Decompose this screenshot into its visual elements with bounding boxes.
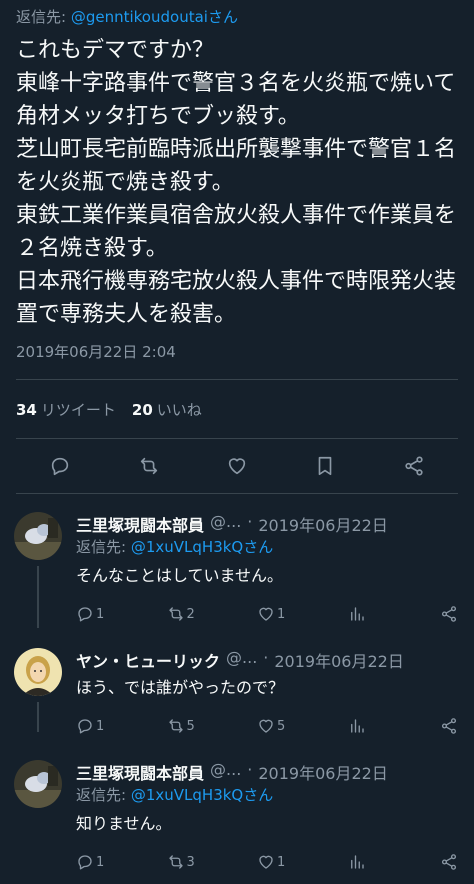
avatar[interactable] <box>14 512 62 560</box>
reply-icon <box>76 853 94 871</box>
retweets-count: 34 <box>16 400 37 419</box>
display-name[interactable]: ヤン・ヒューリック <box>76 648 220 672</box>
reply-date[interactable]: 2019年06月22日 <box>258 512 387 536</box>
likes-count: 20 <box>131 400 153 419</box>
retweet-count: 2 <box>186 606 195 622</box>
reply-to-handle-link[interactable]: @1xuVLqH3kQさん <box>131 538 273 556</box>
retweets-stat[interactable]: 34 リツイート <box>16 399 116 420</box>
reply-header: ヤン・ヒューリック @... · 2019年06月22日 <box>76 648 458 672</box>
like-icon <box>257 717 275 735</box>
reply-text: 知りません。 <box>76 814 172 833</box>
reply-tweet[interactable]: ヤン・ヒューリック @... · 2019年06月22日 ほう、では誰がやったの… <box>0 638 474 746</box>
reply-action-bar: 1 5 5 <box>76 706 458 746</box>
like-icon[interactable] <box>226 455 248 477</box>
reply-to-prefix: 返信先: <box>16 8 67 26</box>
share-icon <box>440 605 458 623</box>
reply-tweet[interactable]: 三里塚現闘本部員 @... · 2019年06月22日 返信先: @1xuVLq… <box>0 750 474 882</box>
avatar[interactable] <box>14 760 62 808</box>
handle[interactable]: @... <box>210 512 241 536</box>
display-name[interactable]: 三里塚現闘本部員 <box>76 760 204 784</box>
avatar-image <box>14 760 62 808</box>
reply-count: 1 <box>96 718 105 734</box>
reply-to-handle-link[interactable]: @1xuVLqH3kQさん <box>131 786 273 804</box>
reply-action-bar: 1 2 1 <box>76 594 458 634</box>
analytics-button[interactable] <box>348 853 408 871</box>
tweet-timestamp[interactable]: 2019年06月22日 2:04 <box>16 341 458 363</box>
tweet-stats: 34 リツイート 20 いいね <box>16 380 458 438</box>
separator-dot: · <box>263 648 269 667</box>
like-count: 5 <box>277 718 286 734</box>
reply-to-prefix: 返信先: <box>76 786 127 804</box>
like-button[interactable]: 1 <box>257 853 317 871</box>
like-icon <box>257 605 275 623</box>
analytics-icon <box>348 853 366 871</box>
reply-icon <box>76 717 94 735</box>
share-icon <box>440 717 458 735</box>
share-button[interactable] <box>438 717 458 735</box>
retweet-icon <box>167 853 185 871</box>
retweet-button[interactable]: 2 <box>167 605 227 623</box>
separator-dot: · <box>247 760 253 779</box>
retweet-icon <box>167 717 185 735</box>
thread-line <box>37 702 39 732</box>
avatar-image <box>14 648 62 696</box>
reply-header: 三里塚現闘本部員 @... · 2019年06月22日 <box>76 760 458 784</box>
like-icon <box>257 853 275 871</box>
bookmark-icon[interactable] <box>314 455 336 477</box>
reply-to-handle-link[interactable]: @genntikoudoutaiさん <box>71 8 238 26</box>
like-count: 1 <box>277 606 286 622</box>
separator-dot: · <box>247 512 253 531</box>
like-count: 1 <box>277 854 286 870</box>
reply-button[interactable]: 1 <box>76 853 136 871</box>
reply-action-bar: 1 3 1 <box>76 842 458 882</box>
reply-to-line: 返信先: @1xuVLqH3kQさん <box>76 784 458 808</box>
like-button[interactable]: 5 <box>257 717 317 735</box>
likes-stat[interactable]: 20 いいね <box>132 399 202 420</box>
share-icon[interactable] <box>403 455 425 477</box>
reply-count: 1 <box>96 854 105 870</box>
share-button[interactable] <box>438 853 458 871</box>
analytics-button[interactable] <box>348 717 408 735</box>
reply-button[interactable]: 1 <box>76 605 136 623</box>
reply-icon <box>76 605 94 623</box>
analytics-icon <box>348 605 366 623</box>
thread-line <box>37 566 39 628</box>
reply-tweet[interactable]: 三里塚現闘本部員 @... · 2019年06月22日 返信先: @1xuVLq… <box>0 502 474 634</box>
avatar-image <box>14 512 62 560</box>
retweet-button[interactable]: 5 <box>167 717 227 735</box>
share-button[interactable] <box>438 605 458 623</box>
tweet-action-bar <box>16 439 458 493</box>
reply-text: そんなことはしていません。 <box>76 566 284 585</box>
reply-text: ほう、では誰がやったので？ <box>76 678 285 697</box>
retweets-label: リツイート <box>40 400 116 419</box>
reply-date[interactable]: 2019年06月22日 <box>274 648 403 672</box>
reply-to-line: 返信先: @1xuVLqH3kQさん <box>76 536 458 560</box>
avatar[interactable] <box>14 648 62 696</box>
retweet-count: 3 <box>186 854 195 870</box>
main-tweet: 返信先: @genntikoudoutaiさん これもデマですか？ 東峰十字路事… <box>0 0 474 363</box>
analytics-button[interactable] <box>348 605 408 623</box>
reply-date[interactable]: 2019年06月22日 <box>258 760 387 784</box>
divider <box>16 493 458 494</box>
handle[interactable]: @... <box>210 760 241 784</box>
retweet-count: 5 <box>186 718 195 734</box>
like-button[interactable]: 1 <box>257 605 317 623</box>
analytics-icon <box>348 717 366 735</box>
reply-header: 三里塚現闘本部員 @... · 2019年06月22日 <box>76 512 458 536</box>
display-name[interactable]: 三里塚現闘本部員 <box>76 512 204 536</box>
reply-to-prefix: 返信先: <box>76 538 127 556</box>
reply-icon[interactable] <box>49 455 71 477</box>
retweet-button[interactable]: 3 <box>167 853 227 871</box>
handle[interactable]: @... <box>226 648 257 672</box>
reply-count: 1 <box>96 606 105 622</box>
retweet-icon <box>167 605 185 623</box>
reply-to-line: 返信先: @genntikoudoutaiさん <box>16 0 458 28</box>
reply-button[interactable]: 1 <box>76 717 136 735</box>
retweet-icon[interactable] <box>138 455 160 477</box>
likes-label: いいね <box>156 400 202 419</box>
tweet-text: これもデマですか？ 東峰十字路事件で警官３名を火炎瓶で焼いて角材メッタ打ちでブッ… <box>16 38 457 327</box>
share-icon <box>440 853 458 871</box>
